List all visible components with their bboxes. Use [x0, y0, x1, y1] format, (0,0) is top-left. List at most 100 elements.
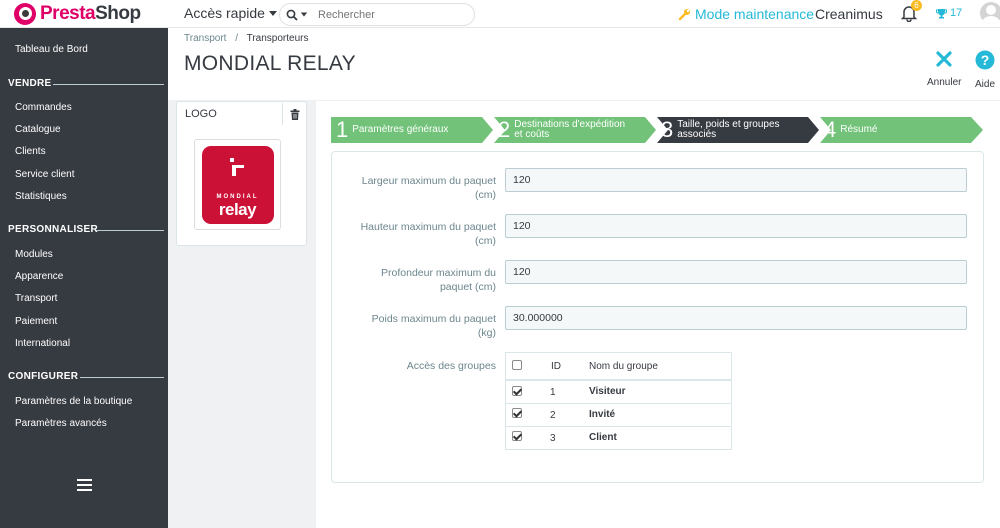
- group-id: 3: [550, 433, 556, 444]
- notification-badge: 6: [911, 0, 922, 11]
- step-1-line-1: Paramètres généraux: [352, 124, 449, 135]
- label-line: (cm): [475, 189, 496, 201]
- label-line: (kg): [477, 327, 496, 339]
- group-name: Invité: [589, 409, 616, 420]
- maintenance-mode-link[interactable]: Mode maintenance: [678, 6, 814, 22]
- svg-text:?: ?: [981, 52, 990, 68]
- delete-logo-button[interactable]: [282, 103, 306, 125]
- breadcrumb: Transport / Transporteurs: [184, 33, 308, 44]
- step-label: Destinations d'expédition et coûts: [514, 120, 625, 140]
- help-icon: ?: [975, 50, 995, 70]
- mondial-relay-logo: MONDIAL relay: [201, 145, 274, 224]
- maintenance-label: Mode maintenance: [695, 6, 815, 22]
- label-line: (cm): [475, 235, 496, 247]
- trophy-link[interactable]: 17: [936, 7, 962, 19]
- search-caret-icon: [300, 12, 308, 17]
- search-box[interactable]: [279, 3, 475, 26]
- group-name: Visiteur: [589, 386, 626, 397]
- table-header: ID Nom du groupe: [506, 353, 731, 379]
- step-4[interactable]: 4 Résumé: [824, 117, 878, 143]
- sidebar: Tableau de Bord VENDRE Commandes Catalog…: [0, 28, 168, 528]
- table-row: 1 Visiteur: [506, 379, 731, 402]
- sidebar-section-personnaliser: PERSONNALISER: [8, 224, 99, 235]
- column-id: ID: [551, 361, 561, 372]
- max-width-input[interactable]: 120: [505, 168, 967, 192]
- cancel-button[interactable]: Annuler: [927, 50, 961, 88]
- step-number: 2: [498, 117, 511, 142]
- sidebar-item-paiement[interactable]: Paiement: [15, 316, 57, 327]
- sidebar-item-international[interactable]: International: [15, 338, 70, 349]
- table-row: 2 Invité: [506, 403, 731, 426]
- sidebar-item-service-client[interactable]: Service client: [15, 169, 74, 180]
- sidebar-item-transport[interactable]: Transport: [15, 293, 57, 304]
- sidebar-divider: [53, 84, 164, 85]
- group-checkbox-visiteur[interactable]: [512, 386, 522, 396]
- breadcrumb-separator: /: [235, 33, 238, 44]
- menu-collapse-icon[interactable]: [77, 479, 92, 491]
- sidebar-item-parametres-boutique[interactable]: Paramètres de la boutique: [15, 396, 132, 407]
- employee-avatar[interactable]: [980, 2, 1000, 24]
- logo-label: LOGO: [185, 108, 217, 120]
- step-2-line-2: et coûts: [514, 129, 550, 140]
- carrier-logo-image: MONDIAL relay: [194, 139, 281, 230]
- brand-part-b: Shop: [95, 3, 141, 24]
- label-line: Profondeur maximum du: [381, 267, 496, 279]
- step-number: 4: [824, 117, 837, 142]
- group-access-label: Accès des groupes: [406, 360, 496, 372]
- sidebar-section-vendre: VENDRE: [8, 78, 52, 89]
- step-2[interactable]: 2 Destinations d'expédition et coûts: [498, 117, 625, 143]
- sidebar-item-catalogue[interactable]: Catalogue: [15, 124, 61, 135]
- close-icon: [936, 51, 952, 67]
- help-button[interactable]: ? Aide: [975, 50, 995, 90]
- column-group-name: Nom du groupe: [589, 361, 658, 372]
- top-bar: PrestaShop Accès rapide Mode maintenance…: [0, 0, 1000, 28]
- logo-text-bottom: relay: [218, 199, 257, 219]
- step-label: Résumé: [840, 125, 877, 135]
- max-depth-label: Profondeur maximum du paquet (cm): [333, 266, 496, 294]
- step-3-line-2: associés: [677, 129, 717, 140]
- max-weight-input[interactable]: 30.000000: [505, 306, 967, 330]
- shop-name-link[interactable]: Creanimus: [815, 6, 883, 22]
- sidebar-item-apparence[interactable]: Apparence: [15, 271, 63, 282]
- label-line: Hauteur maximum du paquet: [360, 221, 496, 233]
- search-input[interactable]: [318, 8, 458, 21]
- relay-mark-icon: [229, 157, 244, 176]
- trash-icon: [290, 108, 299, 120]
- sidebar-item-parametres-avances[interactable]: Paramètres avancés: [15, 418, 107, 429]
- prestashop-logo-icon: [14, 3, 36, 25]
- prestashop-logo[interactable]: PrestaShop: [14, 3, 141, 25]
- search-icon[interactable]: [286, 9, 308, 21]
- wrench-icon: [678, 8, 690, 20]
- select-all-checkbox[interactable]: [512, 360, 522, 370]
- sidebar-item-modules[interactable]: Modules: [15, 249, 53, 260]
- group-id: 1: [550, 387, 556, 398]
- page-header: Transport / Transporteurs MONDIAL RELAY …: [168, 28, 1000, 100]
- step-3[interactable]: 3 Taille, poids et groupes associés: [661, 117, 780, 143]
- label-line: Poids maximum du paquet: [371, 313, 496, 325]
- step-label: Paramètres généraux: [352, 125, 448, 135]
- caret-down-icon: [268, 10, 277, 16]
- brand-name: PrestaShop: [40, 3, 141, 25]
- sidebar-item-statistiques[interactable]: Statistiques: [15, 191, 67, 202]
- breadcrumb-transport[interactable]: Transport: [184, 33, 226, 44]
- max-weight-label: Poids maximum du paquet (kg): [333, 312, 496, 340]
- step-1[interactable]: 1 Paramètres généraux: [336, 117, 448, 143]
- breadcrumb-transporteurs[interactable]: Transporteurs: [247, 33, 309, 44]
- group-checkbox-client[interactable]: [512, 431, 522, 441]
- group-checkbox-invite[interactable]: [512, 408, 522, 418]
- sidebar-divider: [96, 230, 164, 231]
- sidebar-item-dashboard[interactable]: Tableau de Bord: [15, 44, 88, 55]
- step-4-line-1: Résumé: [840, 124, 878, 135]
- page-title: MONDIAL RELAY: [184, 52, 356, 75]
- step-label: Taille, poids et groupes associés: [677, 120, 779, 140]
- sidebar-item-clients[interactable]: Clients: [15, 146, 46, 157]
- sidebar-section-configurer: CONFIGURER: [8, 371, 79, 382]
- brand-part-a: Presta: [40, 3, 96, 24]
- quick-access-menu[interactable]: Accès rapide: [184, 5, 277, 21]
- cancel-label: Annuler: [927, 77, 962, 88]
- max-height-input[interactable]: 120: [505, 214, 967, 238]
- sidebar-item-commandes[interactable]: Commandes: [15, 102, 72, 113]
- max-width-label: Largeur maximum du paquet (cm): [333, 174, 496, 202]
- label-line: paquet (cm): [439, 281, 496, 293]
- max-depth-input[interactable]: 120: [505, 260, 967, 284]
